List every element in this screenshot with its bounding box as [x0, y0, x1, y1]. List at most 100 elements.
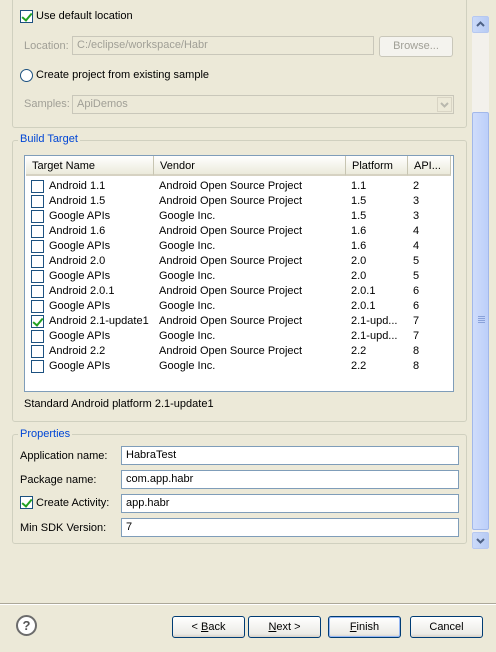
package-name-label: Package name: [20, 474, 97, 486]
create-from-sample-label: Create project from existing sample [36, 69, 210, 81]
target-checkbox[interactable] [31, 345, 44, 358]
platform-cell: 1.6 [351, 240, 367, 252]
target-name-cell: Android 1.5 [49, 195, 106, 207]
target-checkbox[interactable] [31, 285, 44, 298]
platform-cell: 2.0.1 [351, 285, 376, 297]
api-cell: 8 [413, 345, 420, 357]
vendor-cell: Google Inc. [159, 300, 216, 312]
platform-cell: 2.1-upd... [351, 315, 398, 327]
api-cell: 2 [413, 180, 420, 192]
vendor-cell: Android Open Source Project [159, 225, 303, 237]
location-label: Location: [24, 40, 69, 52]
target-checkbox[interactable] [31, 330, 44, 343]
package-name-field[interactable]: com.app.habr [121, 470, 459, 489]
target-checkbox[interactable] [31, 315, 44, 328]
build-target-description: Standard Android platform 2.1-update1 [24, 398, 214, 410]
column-header-api[interactable]: API... [408, 156, 451, 176]
target-checkbox[interactable] [31, 240, 44, 253]
location-field[interactable]: C:/eclipse/workspace/Habr [72, 36, 374, 55]
vendor-cell: Android Open Source Project [159, 255, 303, 267]
target-name-cell: Android 2.1-update1 [49, 315, 149, 327]
api-cell: 6 [413, 300, 420, 312]
target-checkbox[interactable] [31, 300, 44, 313]
vendor-cell: Android Open Source Project [159, 285, 303, 297]
platform-cell: 1.6 [351, 225, 367, 237]
column-header-platform[interactable]: Platform [346, 156, 408, 176]
cancel-button[interactable]: Cancel [410, 616, 483, 638]
table-row[interactable]: Android 2.1-update1 Android Open Source P… [25, 314, 453, 329]
table-row[interactable]: Google APIs Google Inc. 2.0.1 6 [25, 299, 453, 314]
finish-button[interactable]: Finish [328, 616, 401, 638]
use-default-location-label: Use default location [36, 10, 133, 22]
vendor-cell: Android Open Source Project [159, 345, 303, 357]
api-cell: 5 [413, 270, 420, 282]
next-button[interactable]: Next > [248, 616, 321, 638]
column-header-target-name[interactable]: Target Name [26, 156, 154, 176]
table-row[interactable]: Google APIs Google Inc. 2.2 8 [25, 359, 453, 374]
api-cell: 3 [413, 210, 420, 222]
target-checkbox[interactable] [31, 255, 44, 268]
scroll-thumb[interactable] [472, 112, 489, 530]
api-cell: 4 [413, 225, 420, 237]
application-name-field[interactable]: HabraTest [121, 446, 459, 465]
vendor-cell: Google Inc. [159, 270, 216, 282]
create-from-sample-radio[interactable] [20, 69, 33, 82]
table-row[interactable]: Android 1.5 Android Open Source Project 1.… [25, 194, 453, 209]
target-checkbox[interactable] [31, 180, 44, 193]
create-activity-checkbox[interactable] [20, 496, 33, 509]
api-cell: 7 [413, 330, 420, 342]
button-bar-separator [0, 603, 496, 605]
use-default-location-checkbox[interactable] [20, 10, 33, 23]
vendor-cell: Google Inc. [159, 240, 216, 252]
back-button[interactable]: < Back [172, 616, 245, 638]
wizard-content: Use default location Location: C:/eclips… [0, 0, 496, 553]
table-row[interactable]: Android 2.0.1 Android Open Source Project… [25, 284, 453, 299]
table-row[interactable]: Google APIs Google Inc. 1.5 3 [25, 209, 453, 224]
scroll-up-arrow-icon[interactable] [472, 16, 489, 33]
target-name-cell: Google APIs [49, 240, 111, 252]
vendor-cell: Google Inc. [159, 330, 216, 342]
application-name-label: Application name: [20, 450, 108, 462]
target-name-cell: Google APIs [49, 210, 111, 222]
target-checkbox[interactable] [31, 210, 44, 223]
column-header-vendor[interactable]: Vendor [154, 156, 346, 176]
vertical-scrollbar[interactable] [472, 16, 489, 549]
vendor-cell: Android Open Source Project [159, 195, 303, 207]
platform-cell: 2.2 [351, 345, 367, 357]
scroll-down-arrow-icon[interactable] [472, 532, 489, 549]
table-row[interactable]: Google APIs Google Inc. 2.1-upd... 7 [25, 329, 453, 344]
min-sdk-field[interactable]: 7 [121, 518, 459, 537]
browse-button[interactable]: Browse... [379, 36, 453, 57]
api-cell: 7 [413, 315, 420, 327]
api-cell: 6 [413, 285, 420, 297]
table-row[interactable]: Google APIs Google Inc. 2.0 5 [25, 269, 453, 284]
help-icon[interactable]: ? [16, 615, 37, 636]
create-activity-label: Create Activity: [36, 497, 110, 509]
table-row[interactable]: Android 1.6 Android Open Source Project 1.… [25, 224, 453, 239]
target-name-cell: Google APIs [49, 270, 111, 282]
samples-label: Samples: [24, 98, 70, 110]
table-row[interactable]: Android 2.2 Android Open Source Project 2.… [25, 344, 453, 359]
chevron-down-icon[interactable] [437, 97, 452, 112]
target-checkbox[interactable] [31, 360, 44, 373]
samples-combo[interactable]: ApiDemos [72, 95, 454, 114]
table-row[interactable]: Google APIs Google Inc. 1.6 4 [25, 239, 453, 254]
target-name-cell: Google APIs [49, 300, 111, 312]
target-name-cell: Google APIs [49, 360, 111, 372]
platform-cell: 1.1 [351, 180, 367, 192]
build-target-table: Target Name Vendor Platform API... Andro… [24, 155, 454, 392]
platform-cell: 2.1-upd... [351, 330, 398, 342]
table-row[interactable]: Android 2.0 Android Open Source Project 2.… [25, 254, 453, 269]
platform-cell: 1.5 [351, 210, 367, 222]
table-row[interactable]: Android 1.1 Android Open Source Project 1.… [25, 179, 453, 194]
api-cell: 3 [413, 195, 420, 207]
activity-field[interactable]: app.habr [121, 494, 459, 513]
target-checkbox[interactable] [31, 270, 44, 283]
target-name-cell: Google APIs [49, 330, 111, 342]
target-checkbox[interactable] [31, 195, 44, 208]
api-cell: 4 [413, 240, 420, 252]
target-checkbox[interactable] [31, 225, 44, 238]
vendor-cell: Android Open Source Project [159, 315, 303, 327]
api-cell: 8 [413, 360, 420, 372]
target-name-cell: Android 2.0 [49, 255, 106, 267]
